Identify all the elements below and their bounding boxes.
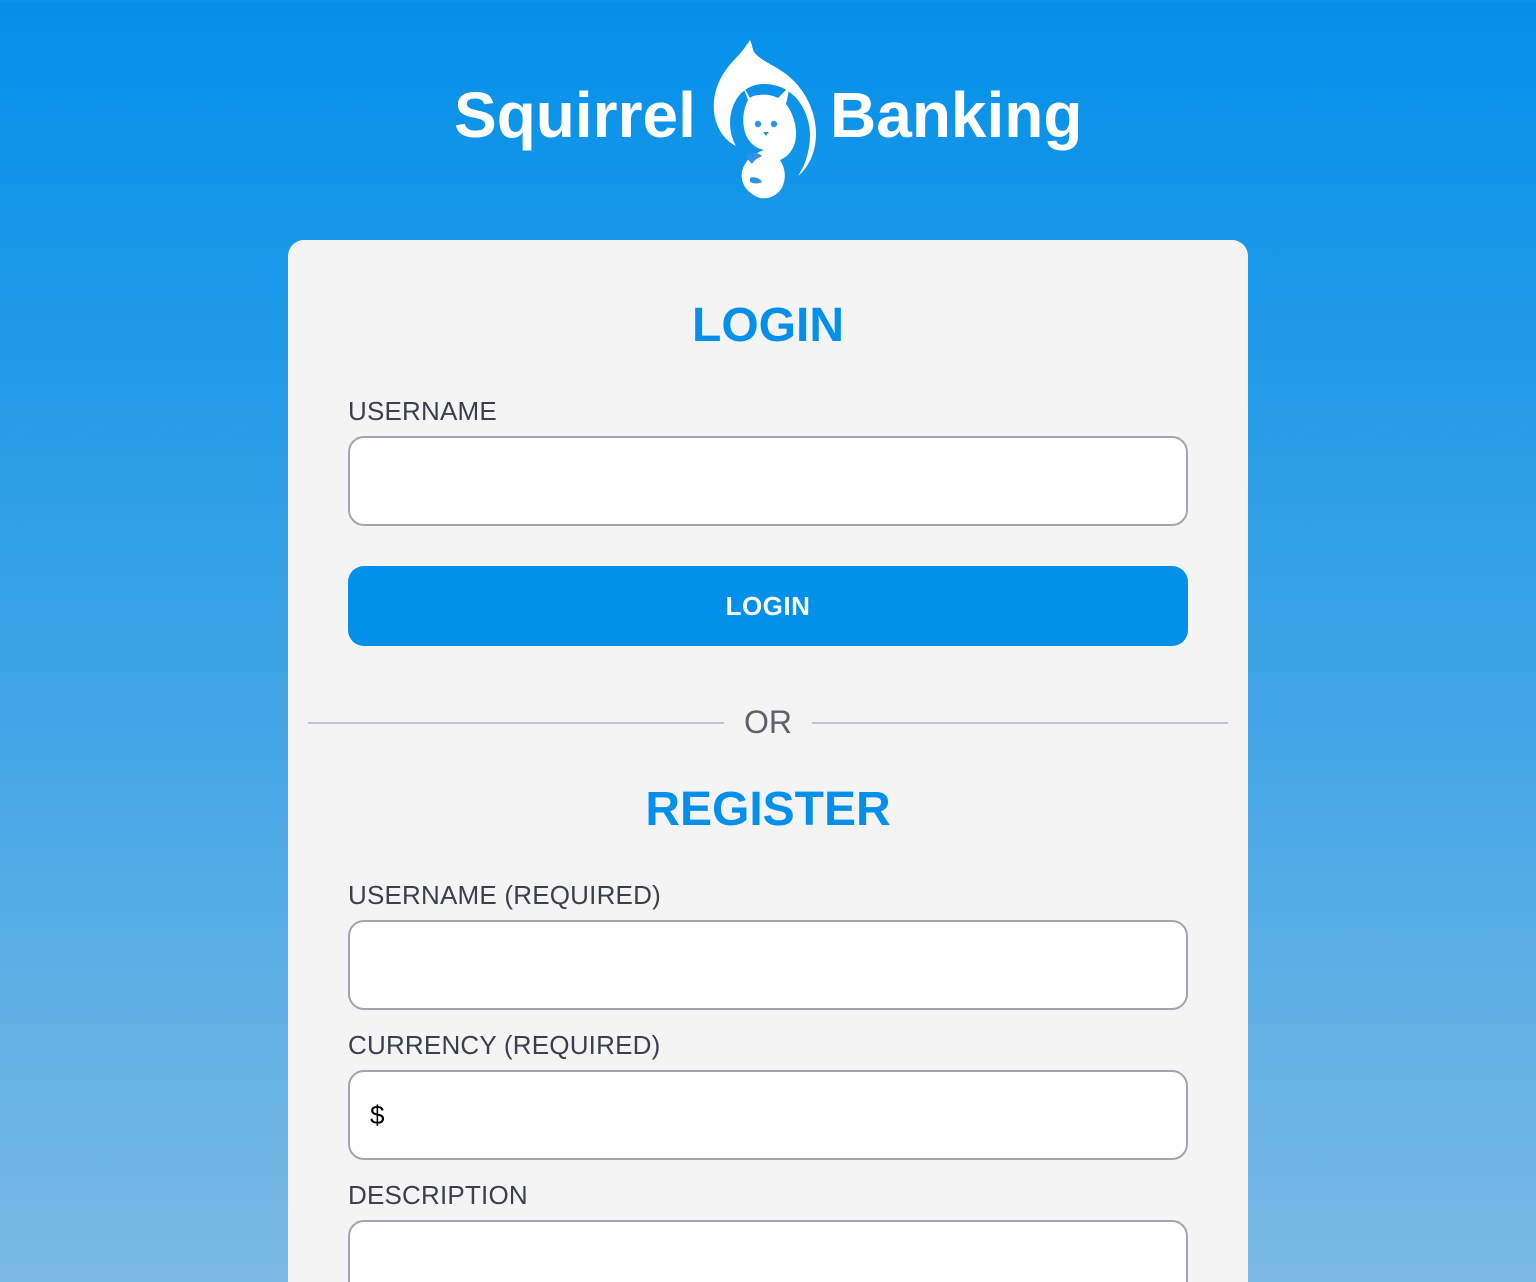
divider-text: OR	[744, 704, 792, 740]
login-username-label: USERNAME	[348, 396, 497, 426]
login-button[interactable]: LOGIN	[348, 566, 1188, 646]
register-username-label: USERNAME (REQUIRED)	[348, 880, 661, 910]
brand-name-right: Banking	[830, 79, 1083, 151]
brand-name-left: Squirrel	[454, 79, 696, 151]
login-username-input[interactable]	[348, 436, 1188, 526]
register-currency-input[interactable]	[348, 1070, 1188, 1160]
register-username-input[interactable]	[348, 920, 1188, 1010]
auth-card: LOGIN USERNAME LOGIN OR REGISTER USERNAM…	[288, 240, 1248, 1282]
divider-line-left	[308, 722, 724, 724]
or-divider: OR	[308, 702, 1228, 742]
squirrel-icon	[713, 40, 816, 199]
app-header: Squirrel Banking	[0, 38, 1536, 203]
register-currency-label: CURRENCY (REQUIRED)	[348, 1030, 661, 1060]
register-description-label: DESCRIPTION	[348, 1180, 528, 1210]
register-title: REGISTER	[645, 783, 891, 836]
divider-line-right	[812, 722, 1228, 724]
register-description-input[interactable]	[348, 1220, 1188, 1282]
login-title: LOGIN	[692, 299, 844, 352]
